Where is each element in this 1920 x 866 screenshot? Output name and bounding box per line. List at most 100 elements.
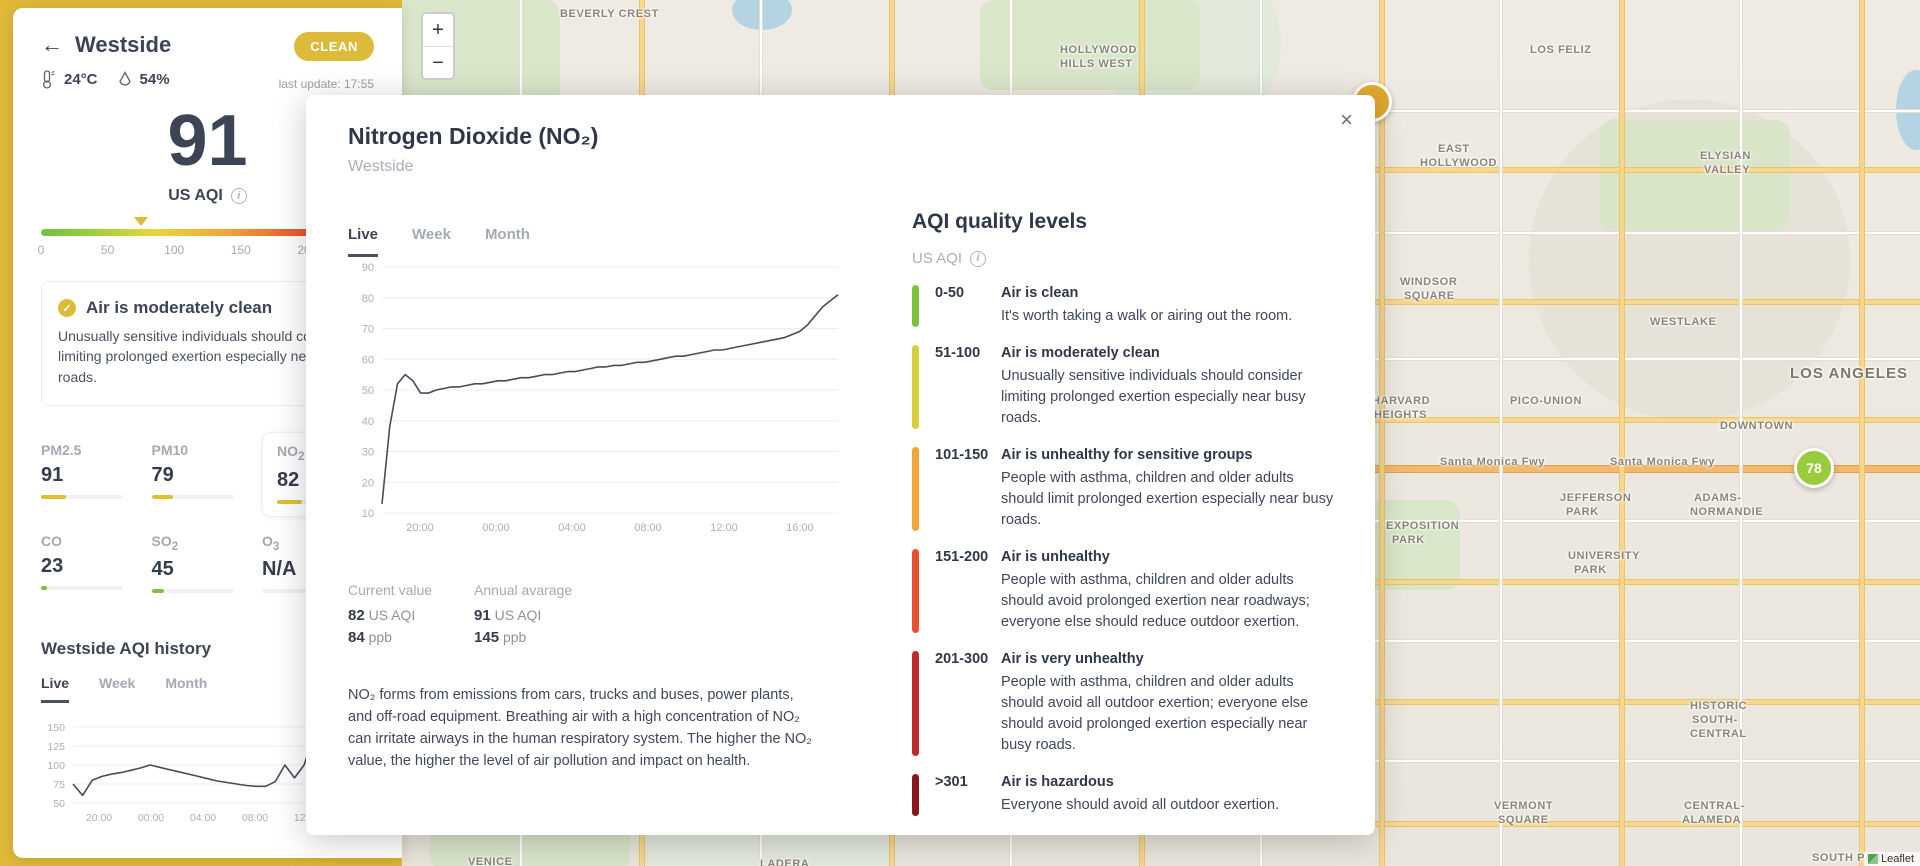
modal-period-tabs[interactable]: Live Week Month	[348, 226, 868, 257]
map-road-major	[1380, 0, 1384, 866]
level-body: Air is very unhealthyPeople with asthma,…	[1001, 651, 1335, 756]
map-label: Santa Monica Fwy	[1610, 456, 1715, 468]
level-description: People with asthma, children and older a…	[1001, 570, 1335, 633]
svg-text:90: 90	[362, 262, 374, 274]
levels-unit-row: US AQI i	[912, 250, 1335, 267]
modal-live-chart: 10203040506070809020:0000:0004:0008:0012…	[348, 257, 868, 552]
check-circle-icon: ✓	[58, 299, 76, 317]
level-range: 151-200	[919, 549, 1001, 633]
levels-title: AQI quality levels	[912, 210, 1335, 234]
info-icon[interactable]: i	[970, 251, 986, 267]
level-headline: Air is hazardous	[1001, 774, 1335, 790]
svg-text:125: 125	[47, 741, 65, 753]
pollutant-card-pm10[interactable]: PM1079	[152, 432, 263, 517]
back-arrow-icon[interactable]: ←	[41, 34, 63, 56]
level-headline: Air is unhealthy for sensitive groups	[1001, 447, 1335, 463]
svg-text:50: 50	[53, 798, 65, 810]
tab-week[interactable]: Week	[99, 675, 135, 703]
svg-text:20: 20	[362, 477, 374, 489]
map-label: PARK	[1574, 564, 1607, 576]
level-range: 201-300	[919, 651, 1001, 756]
aqi-scale-marker-icon	[134, 217, 148, 226]
map-label: WINDSOR	[1400, 276, 1457, 288]
level-color-bar	[912, 447, 919, 531]
svg-text:10: 10	[362, 508, 374, 520]
close-icon[interactable]: ×	[1340, 109, 1353, 131]
pollutant-card-pm25[interactable]: PM2.5 91	[41, 432, 152, 517]
aqi-level-row: 0-50Air is cleanIt's worth taking a walk…	[912, 285, 1335, 327]
thermometer-icon	[41, 70, 56, 89]
aqi-level-row: 201-300Air is very unhealthyPeople with …	[912, 651, 1335, 756]
advice-title: Air is moderately clean	[86, 298, 272, 318]
stat-label: Current value	[348, 582, 432, 598]
leaflet-link[interactable]: Leaflet	[1881, 853, 1914, 865]
pollutant-value: 91	[41, 464, 138, 487]
pollutant-bar	[152, 589, 234, 593]
modal-tab-week[interactable]: Week	[412, 226, 451, 257]
map-label: CENTRAL	[1690, 728, 1747, 740]
map-label: HOLLYWOOD	[1420, 157, 1497, 169]
svg-text:12:00: 12:00	[710, 522, 738, 534]
level-color-bar	[912, 774, 919, 816]
modal-tab-live[interactable]: Live	[348, 226, 378, 257]
air-quality-badge[interactable]: CLEAN	[294, 32, 374, 61]
svg-text:08:00: 08:00	[634, 522, 662, 534]
info-icon[interactable]: i	[231, 188, 247, 204]
map-road-major	[1620, 0, 1624, 866]
svg-text:04:00: 04:00	[190, 812, 216, 824]
svg-text:20:00: 20:00	[86, 812, 112, 824]
pollutant-card-co[interactable]: CO 23	[41, 523, 152, 606]
map-label: ALAMEDA	[1682, 814, 1741, 826]
level-range: 51-100	[919, 345, 1001, 429]
map-label: EXPOSITION	[1386, 520, 1459, 532]
aqi-scale-tick: 150	[231, 243, 251, 257]
pollutant-bar	[41, 495, 123, 499]
aqi-scale-tick: 50	[101, 243, 114, 257]
svg-text:150: 150	[47, 722, 65, 734]
sidebar-location-title: Westside	[75, 32, 171, 58]
level-body: Air is hazardous Everyone should avoid al…	[1001, 774, 1335, 816]
level-body: Air is unhealthyPeople with asthma, chil…	[1001, 549, 1335, 633]
level-headline: Air is very unhealthy	[1001, 651, 1335, 667]
pollutant-name: PM10	[152, 442, 249, 458]
stat-block: Current value82 US AQI84 ppb	[348, 582, 432, 646]
tab-month[interactable]: Month	[165, 675, 207, 703]
svg-text:40: 40	[362, 416, 374, 428]
modal-tab-month[interactable]: Month	[485, 226, 530, 257]
svg-text:80: 80	[362, 293, 374, 305]
sidebar-header: ← Westside 24°C	[41, 32, 374, 91]
map-label: PARK	[1392, 534, 1425, 546]
modal-stats-row: Current value82 US AQI84 ppbAnnual avara…	[348, 582, 868, 646]
map-aqi-pin[interactable]: 78	[1794, 448, 1834, 488]
map-label: WESTLAKE	[1650, 316, 1717, 328]
pollutant-name: CO	[41, 533, 138, 549]
level-color-bar	[912, 651, 919, 756]
map-zoom-controls[interactable]: + −	[421, 12, 455, 80]
svg-text:20:00: 20:00	[406, 522, 434, 534]
tab-live[interactable]: Live	[41, 675, 69, 703]
map-label: ADAMS-	[1694, 492, 1742, 504]
map-label: HOLLYWOOD	[1060, 44, 1137, 56]
modal-description: NO₂ forms from emissions from cars, truc…	[348, 684, 818, 772]
level-description: Unusually sensitive individuals should c…	[1001, 366, 1335, 429]
map-label: DOWNTOWN	[1720, 420, 1793, 432]
levels-unit-label: US AQI	[912, 250, 962, 267]
pollutant-card-so2[interactable]: SO245	[152, 523, 263, 606]
aqi-levels-column: AQI quality levels US AQI i 0-50Air is c…	[888, 210, 1335, 816]
pollutant-value: 23	[41, 555, 138, 578]
pollutant-name: PM2.5	[41, 442, 138, 458]
level-headline: Air is clean	[1001, 285, 1335, 301]
humidity-item: 54%	[118, 71, 170, 89]
map-label: HISTORIC	[1690, 700, 1747, 712]
map-label: BEVERLY CREST	[560, 8, 659, 20]
zoom-out-button[interactable]: −	[423, 46, 453, 78]
water-drop-icon	[118, 71, 132, 89]
level-description: Everyone should avoid all outdoor exerti…	[1001, 795, 1335, 816]
map-label: SQUARE	[1498, 814, 1549, 826]
zoom-in-button[interactable]: +	[423, 14, 453, 46]
aqi-unit-label: US AQI	[168, 187, 223, 205]
map-label: PARK	[1566, 506, 1599, 518]
stat-concentration: 145 ppb	[474, 629, 572, 646]
level-color-bar	[912, 345, 919, 429]
map-attribution[interactable]: Leaflet	[1864, 852, 1920, 866]
